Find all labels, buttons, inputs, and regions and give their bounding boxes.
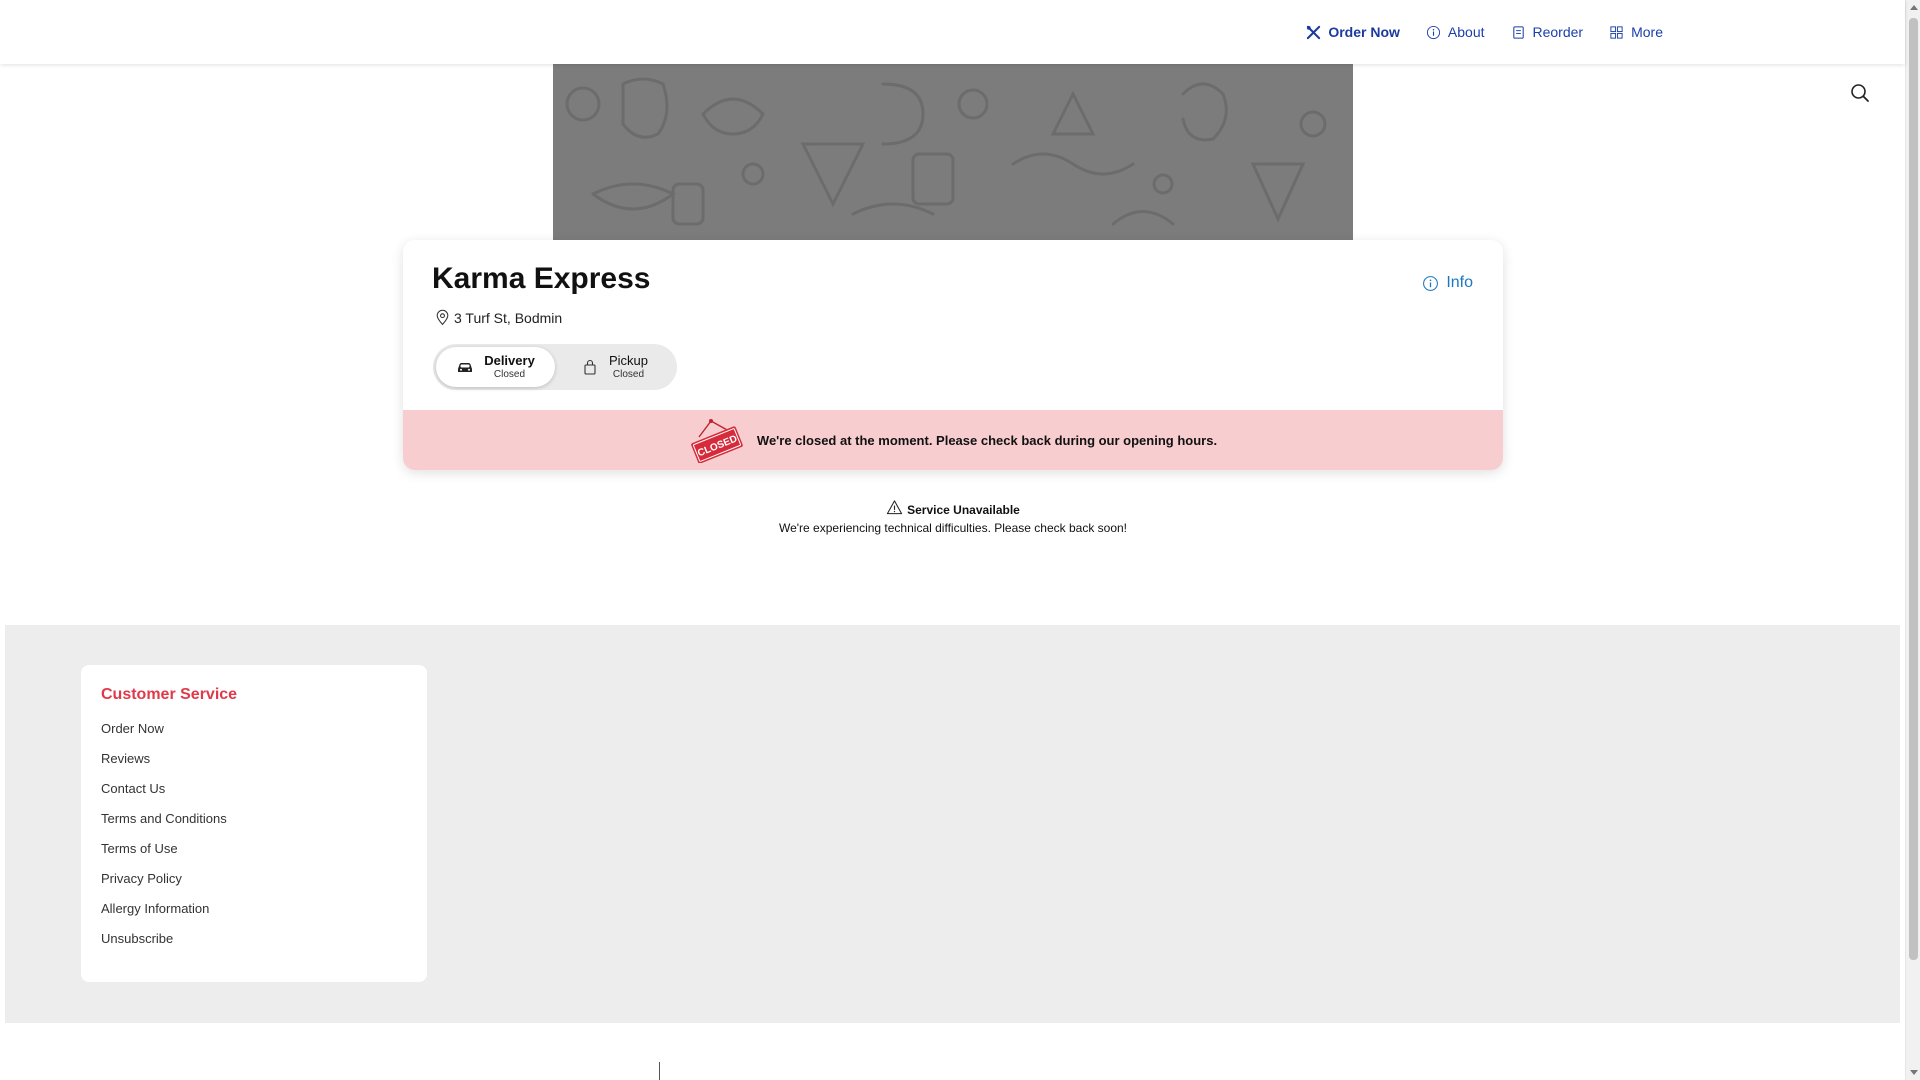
info-circle-icon [1426,25,1440,39]
nav-more[interactable]: More [1609,24,1663,40]
delivery-status: Closed [493,368,526,380]
info-button[interactable]: Info [1422,274,1473,292]
shopping-bag-icon [584,359,596,375]
pickup-status: Closed [612,368,645,380]
pickup-option[interactable]: Pickup Closed [555,347,674,387]
service-notice: Service Unavailable We're experiencing t… [553,499,1353,535]
closed-sign-icon: CLOSED [691,419,743,463]
car-icon [458,363,473,372]
service-heading: Service Unavailable [553,499,1353,517]
delivery-option[interactable]: Delivery Closed [436,347,555,387]
footer-link-unsubscribe[interactable]: Unsubscribe [101,930,227,960]
footer: Customer Service Order Now Reviews Conta… [5,625,1900,1023]
bottom-divider [659,1062,660,1080]
closed-banner: CLOSED We're closed at the moment. Pleas… [403,410,1503,470]
pickup-label: Pickup [608,353,649,369]
order-mode-toggle: Delivery Closed Pickup Closed [433,344,677,390]
delivery-text: Delivery Closed [484,353,535,380]
food-pattern-background [553,64,1353,240]
footer-link-privacy-policy[interactable]: Privacy Policy [101,870,227,900]
hero-banner [553,64,1353,240]
nav-more-label: More [1631,24,1663,40]
restaurant-name: Karma Express [432,262,651,295]
nav-reorder-label: Reorder [1532,24,1584,40]
location-pin-icon [436,309,449,326]
customer-service-title: Customer Service [101,686,238,703]
customer-service-links: Order Now Reviews Contact Us Terms and C… [101,720,227,960]
page-scrollbar[interactable] [1905,0,1920,1080]
utensils-icon [1307,25,1321,39]
grid-icon [1610,25,1623,39]
receipt-icon [1512,25,1524,39]
search-button[interactable] [1849,82,1871,104]
delivery-label: Delivery [484,353,535,369]
nav-about-label: About [1447,24,1485,40]
info-circle-icon [1423,275,1439,291]
footer-link-reviews[interactable]: Reviews [101,750,227,780]
footer-link-terms-of-use[interactable]: Terms of Use [101,840,227,870]
top-nav: Order Now About Reorder More [0,0,1905,64]
nav-menu: Order Now About Reorder More [1306,0,1663,64]
footer-link-contact-us[interactable]: Contact Us [101,780,227,810]
warning-triangle-icon [887,499,903,514]
scroll-up-arrow-icon[interactable] [1910,5,1918,10]
nav-order-now-label: Order Now [1328,24,1400,40]
scroll-thumb[interactable] [1909,18,1918,960]
service-message: We're experiencing technical difficultie… [778,521,1128,535]
search-icon [1851,84,1869,102]
customer-service-card: Customer Service Order Now Reviews Conta… [81,665,427,982]
footer-link-order-now[interactable]: Order Now [101,720,227,750]
nav-reorder[interactable]: Reorder [1511,24,1584,40]
address-text: 3 Turf St, Bodmin [454,309,563,326]
nav-about[interactable]: About [1426,24,1485,40]
closed-message: We're closed at the moment. Please check… [756,432,1218,448]
scroll-down-arrow-icon[interactable] [1910,1070,1918,1075]
footer-link-terms-and-conditions[interactable]: Terms and Conditions [101,810,227,840]
footer-link-allergy-information[interactable]: Allergy Information [101,900,227,930]
service-title: Service Unavailable [907,503,1020,517]
restaurant-card: Karma Express 3 Turf St, Bodmin Info Del… [403,240,1503,470]
info-label: Info [1446,274,1473,291]
nav-order-now[interactable]: Order Now [1306,24,1400,40]
pickup-text: Pickup Closed [608,353,649,380]
restaurant-address: 3 Turf St, Bodmin [434,309,562,326]
